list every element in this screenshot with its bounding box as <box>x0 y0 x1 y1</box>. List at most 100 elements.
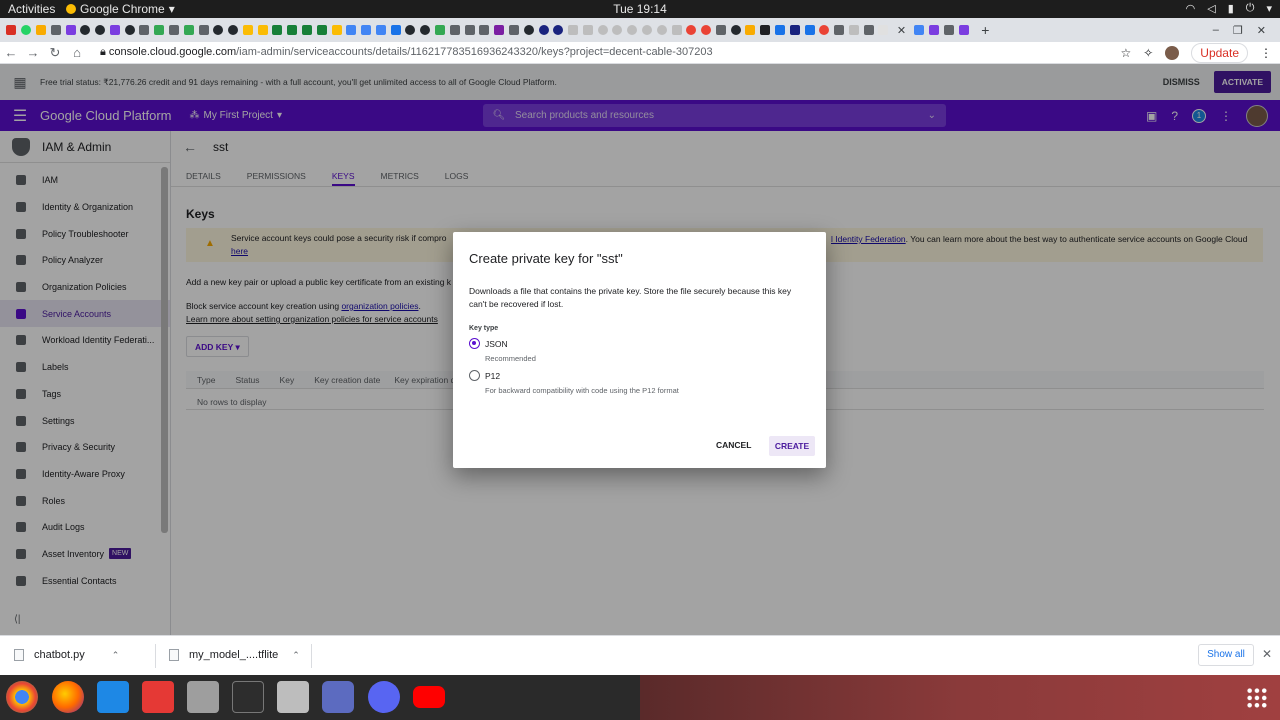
tab-icon[interactable] <box>390 25 401 35</box>
tab-icon[interactable] <box>242 25 253 35</box>
tab-icon[interactable] <box>449 25 460 35</box>
home-icon[interactable]: ⌂ <box>66 45 88 60</box>
tab-icon[interactable] <box>168 25 179 35</box>
tab-icon[interactable] <box>287 25 298 35</box>
tab-icon[interactable] <box>789 25 800 35</box>
gcp-tab-icon[interactable] <box>914 25 925 35</box>
profile-avatar[interactable] <box>1165 45 1180 60</box>
address-bar[interactable]: 🔒︎ console.cloud.google.com/iam-admin/se… <box>100 46 713 59</box>
system-tray[interactable]: ◠ ◁ ▮ ⏻ ▾ <box>1186 2 1272 15</box>
show-all-button[interactable]: Show all <box>1198 644 1254 666</box>
tab-icon[interactable] <box>154 25 165 35</box>
tab-icon[interactable] <box>656 25 667 35</box>
github-tab-icon[interactable] <box>730 25 741 35</box>
tab-icon[interactable] <box>958 25 969 35</box>
google-tab-icon[interactable] <box>686 25 697 35</box>
github-tab-icon[interactable] <box>523 25 534 35</box>
kebab-menu-icon[interactable]: ⋮ <box>1260 46 1272 60</box>
app-grid-icon[interactable] <box>1246 687 1268 709</box>
star-icon[interactable]: ☆ <box>1120 46 1131 60</box>
tab-icon[interactable] <box>627 25 638 35</box>
github-tab-icon[interactable] <box>405 25 416 35</box>
p12-label[interactable]: P12 <box>485 371 500 381</box>
tab-icon[interactable] <box>582 25 593 35</box>
cancel-button[interactable]: CANCEL <box>716 440 751 450</box>
chrome-icon[interactable] <box>6 681 38 713</box>
tab-icon[interactable] <box>35 25 46 35</box>
p12-radio[interactable] <box>469 370 480 381</box>
github-tab-icon[interactable] <box>420 25 431 35</box>
tab-icon[interactable] <box>257 25 268 35</box>
firefox-icon[interactable] <box>52 681 84 713</box>
forward-icon[interactable]: → <box>22 45 44 60</box>
new-tab-icon[interactable]: + <box>981 22 989 38</box>
tab-icon[interactable] <box>198 25 209 35</box>
tab-icon[interactable] <box>944 25 955 35</box>
clock[interactable]: Tue 19:14 <box>0 2 1280 16</box>
tab-icon[interactable] <box>612 25 623 35</box>
tab-icon[interactable] <box>302 25 313 35</box>
chevron-up-icon[interactable]: ⌃ <box>112 650 120 661</box>
gmail-tab-icon[interactable] <box>6 25 17 35</box>
tab-icon[interactable] <box>553 25 564 35</box>
tab-icon[interactable] <box>272 25 283 35</box>
create-button[interactable]: CREATE <box>769 436 815 456</box>
tab-icon[interactable] <box>538 25 549 35</box>
tab-icon[interactable] <box>671 25 682 35</box>
camera-icon[interactable] <box>277 681 309 713</box>
tab-icon[interactable] <box>848 25 859 35</box>
github-tab-icon[interactable] <box>80 25 91 35</box>
files-icon[interactable] <box>187 681 219 713</box>
tab-icon[interactable] <box>361 25 372 35</box>
github-tab-icon[interactable] <box>95 25 106 35</box>
github-tab-icon[interactable] <box>228 25 239 35</box>
tab-icon[interactable] <box>760 25 771 35</box>
mario-game-icon[interactable] <box>142 681 174 713</box>
youtube-icon[interactable] <box>413 686 445 708</box>
chevron-up-icon[interactable]: ⌃ <box>292 650 300 661</box>
tab-icon[interactable] <box>745 25 756 35</box>
terminal-icon[interactable] <box>232 681 264 713</box>
tab-icon[interactable] <box>597 25 608 35</box>
tab-icon[interactable] <box>375 25 386 35</box>
maximize-icon[interactable]: ❐ <box>1233 24 1243 37</box>
download-item[interactable]: chatbot.py ⌃ <box>14 649 119 661</box>
tab-icon[interactable] <box>464 25 475 35</box>
reload-icon[interactable]: ↻ <box>44 45 66 61</box>
back-icon[interactable]: ← <box>0 45 22 60</box>
google-tab-icon[interactable] <box>701 25 712 35</box>
github-tab-icon[interactable] <box>213 25 224 35</box>
active-tab-close-icon[interactable]: ✕ <box>897 24 906 37</box>
github-tab-icon[interactable] <box>124 25 135 35</box>
tab-icon[interactable] <box>183 25 194 35</box>
tab-icon[interactable] <box>863 25 874 35</box>
tab-icon[interactable] <box>109 25 120 35</box>
tab-icon[interactable] <box>568 25 579 35</box>
activities-button[interactable]: Activities <box>8 2 55 16</box>
whatsapp-tab-icon[interactable] <box>21 25 32 35</box>
tab-icon[interactable] <box>929 25 940 35</box>
tab-icon[interactable] <box>804 25 815 35</box>
app-menu[interactable]: Google Chrome ▾ <box>66 2 175 16</box>
tab-icon[interactable] <box>50 25 61 35</box>
tab-icon[interactable] <box>715 25 726 35</box>
close-window-icon[interactable]: ✕ <box>1257 24 1266 37</box>
tab-icon[interactable] <box>139 25 150 35</box>
close-icon[interactable]: ✕ <box>1262 647 1272 661</box>
tab-icon[interactable] <box>435 25 446 35</box>
tab-icon[interactable] <box>479 25 490 35</box>
tab-icon[interactable] <box>316 25 327 35</box>
tab-icon[interactable] <box>878 25 889 35</box>
json-label[interactable]: JSON <box>485 339 508 349</box>
teams-icon[interactable] <box>322 681 354 713</box>
download-item[interactable]: my_model_....tflite ⌃ <box>169 649 300 661</box>
google-tab-icon[interactable] <box>819 25 830 35</box>
tab-icon[interactable] <box>346 25 357 35</box>
tab-icon[interactable] <box>775 25 786 35</box>
discord-icon[interactable] <box>368 681 400 713</box>
extensions-icon[interactable]: ✧ <box>1143 46 1153 60</box>
minimize-icon[interactable]: – <box>1213 24 1219 37</box>
vscode-icon[interactable] <box>97 681 129 713</box>
tab-icon[interactable] <box>494 25 505 35</box>
tab-icon[interactable] <box>834 25 845 35</box>
